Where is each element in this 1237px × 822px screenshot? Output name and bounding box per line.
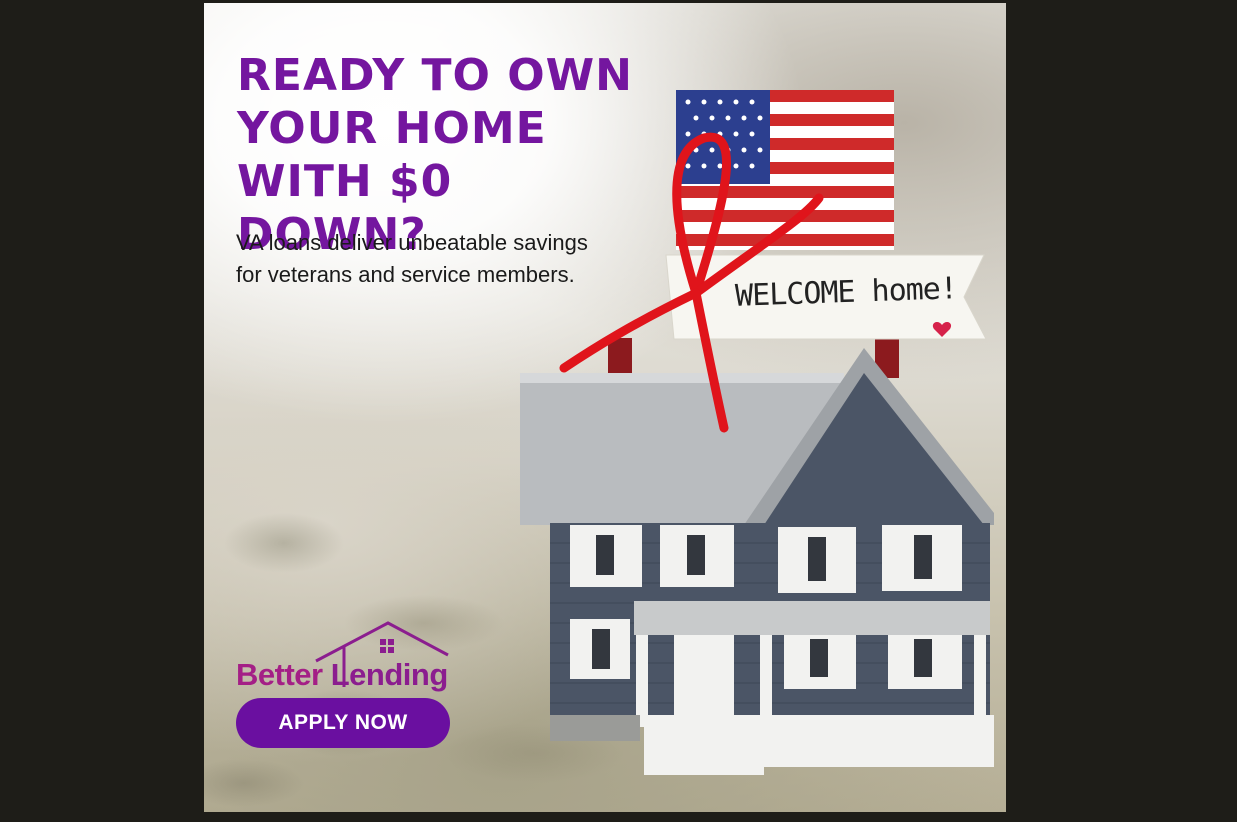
headline-line-2: YOUR HOME bbox=[237, 103, 547, 154]
logo-text-better: Better bbox=[236, 657, 323, 692]
subtext: VA loans deliver unbeatable savings for … bbox=[236, 230, 588, 287]
logo-text: Better Lending bbox=[236, 657, 448, 693]
logo-text-lending: Lending bbox=[330, 657, 449, 692]
apply-now-button[interactable]: APPLY NOW bbox=[236, 698, 450, 748]
headline-line-1: READY TO OWN bbox=[237, 50, 633, 101]
ad-card: READY TO OWN YOUR HOME WITH $0 DOWN? VA … bbox=[204, 3, 1006, 812]
better-lending-logo: Better Lending bbox=[234, 615, 454, 695]
